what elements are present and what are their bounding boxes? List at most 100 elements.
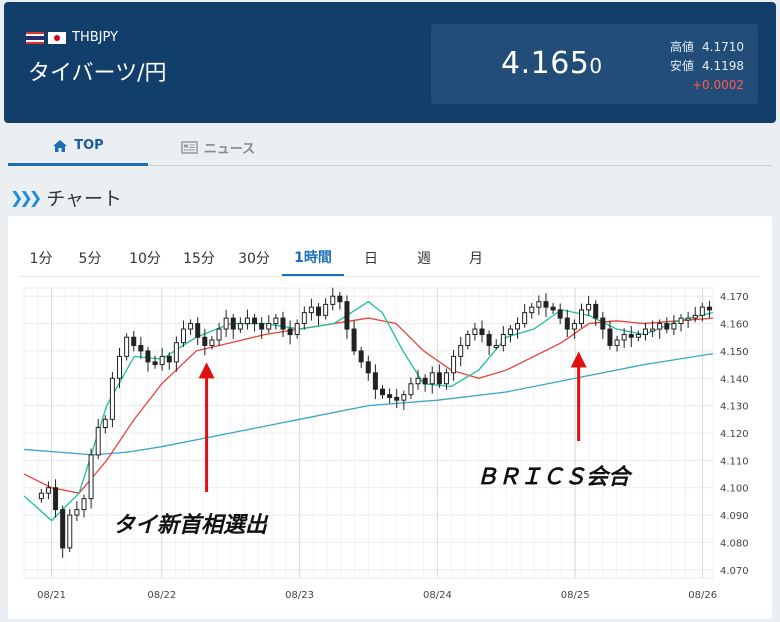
candle-body <box>159 355 165 366</box>
annotation-label: タイ新首相選出 <box>113 512 269 538</box>
candle-body <box>102 418 108 429</box>
x-tick-label: 08/23 <box>285 590 314 601</box>
candle-body <box>117 355 123 379</box>
japan-flag-icon <box>48 31 66 44</box>
candle-body <box>45 487 51 494</box>
tab-news-label: ニュース <box>203 141 256 157</box>
candle-body <box>109 377 115 420</box>
candle-body <box>252 317 258 325</box>
candle-body <box>678 317 684 325</box>
y-tick-label: 4.170 <box>720 292 749 303</box>
candle-body <box>607 328 613 346</box>
x-tick-label: 08/26 <box>688 590 717 601</box>
candle-body <box>664 323 670 330</box>
x-tick-label: 08/25 <box>561 590 590 601</box>
high-low-block: 高値 4.1710 安値 4.1198 +0.0002 <box>670 38 744 95</box>
y-tick-label: 4.080 <box>720 538 749 549</box>
candle-body <box>650 328 656 332</box>
y-tick-label: 4.140 <box>720 374 749 385</box>
change-value: +0.0002 <box>691 78 744 92</box>
candle-body <box>230 317 236 330</box>
candle-body <box>706 306 712 311</box>
candle-body <box>372 372 378 390</box>
annotation-arrow-head <box>198 362 215 379</box>
candle-body <box>124 336 130 357</box>
candle-body <box>266 323 272 330</box>
candle-body <box>173 342 179 363</box>
candle-body <box>216 328 222 341</box>
candle-body <box>394 396 400 401</box>
price-main: 4.165 <box>501 46 590 81</box>
tab-bar: TOP ニュース <box>8 128 772 166</box>
tab-top-label: TOP <box>74 138 104 153</box>
y-tick-label: 4.110 <box>720 456 749 467</box>
candle-body <box>166 355 172 363</box>
candle-body <box>223 317 229 330</box>
candle-body <box>316 306 322 316</box>
high-value: 4.1710 <box>702 40 744 54</box>
thailand-flag-icon <box>26 31 44 44</box>
candle-body <box>507 328 513 336</box>
candle-body <box>180 328 186 344</box>
candle-body <box>593 303 599 319</box>
candle-body <box>557 309 563 319</box>
x-tick-label: 08/21 <box>37 590 66 601</box>
candle-body <box>145 350 151 363</box>
candle-body <box>642 328 648 336</box>
candle-body <box>88 454 94 500</box>
y-tick-label: 4.150 <box>720 347 749 358</box>
candle-body <box>244 317 250 325</box>
candle-body <box>408 383 414 396</box>
candle-body <box>209 339 215 346</box>
candle-body <box>60 509 66 549</box>
candle-body <box>564 317 570 330</box>
price-small-digit: 0 <box>589 54 603 78</box>
candle-body <box>543 301 549 308</box>
candle-body <box>188 323 194 330</box>
candle-body <box>294 323 300 336</box>
pair-name: タイバーツ/円 <box>28 61 167 86</box>
candle-body <box>81 498 87 511</box>
candle-body <box>443 372 449 385</box>
candle-body <box>685 317 691 321</box>
candle-body <box>579 309 585 325</box>
candle-body <box>451 355 457 374</box>
candle-body <box>614 339 620 346</box>
double-chevron-right-icon: ❯❯❯ <box>10 188 42 207</box>
y-tick-label: 4.090 <box>720 511 749 522</box>
x-tick-label: 08/24 <box>423 590 452 601</box>
candle-body <box>237 323 243 330</box>
y-tick-label: 4.100 <box>720 484 749 495</box>
candle-body <box>379 388 385 396</box>
candle-body <box>202 336 208 346</box>
candle-body <box>387 394 393 398</box>
price-chart[interactable]: 4.170 4.160 4.150 4.140 4.130 4.120 4.110 4.100… <box>8 216 772 619</box>
candle-body <box>465 334 471 346</box>
candle-body <box>365 361 371 374</box>
candle-body <box>529 306 535 314</box>
candle-body <box>337 295 343 303</box>
currency-pair-code: THBJPY <box>26 30 118 45</box>
candle-body <box>138 344 144 352</box>
candle-body <box>280 317 286 330</box>
candle-body <box>536 301 542 308</box>
candle-body <box>479 328 485 336</box>
quote-box: 4.1650 高値 4.1710 安値 4.1198 +0.0002 <box>431 24 758 104</box>
candle-body <box>493 344 499 348</box>
candle-body <box>287 328 293 336</box>
news-icon <box>181 140 198 154</box>
candle-body <box>422 377 428 385</box>
quote-header: THBJPY タイバーツ/円 4.1650 高値 4.1710 安値 4.1198 … <box>4 2 776 123</box>
tab-news[interactable]: ニュース <box>148 128 288 166</box>
candle-body <box>621 334 627 341</box>
y-tick-label: 4.070 <box>720 566 749 577</box>
tab-top[interactable]: TOP <box>8 128 148 166</box>
candle-body <box>500 334 506 346</box>
candle-body <box>635 334 641 338</box>
y-tick-label: 4.120 <box>720 429 749 440</box>
candle-body <box>600 317 606 330</box>
candle-body <box>550 306 556 311</box>
candle-body <box>351 328 357 352</box>
candle-body <box>53 487 59 511</box>
annotation-label: ＢＲＩＣＳ会合 <box>476 464 633 490</box>
